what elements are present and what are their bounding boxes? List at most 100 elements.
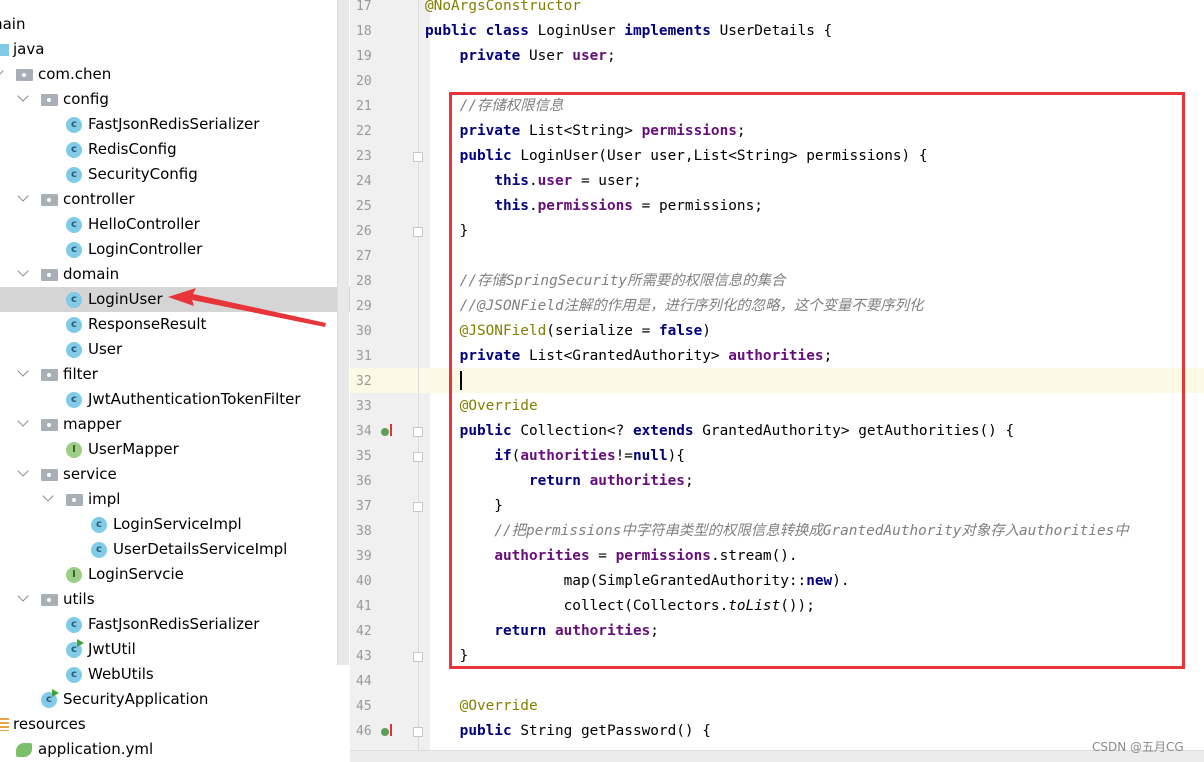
chevron-down-icon[interactable]: [17, 265, 29, 277]
tree-item[interactable]: resources: [0, 712, 337, 737]
tree-item-label: ResponseResult: [88, 315, 207, 333]
class-icon: c: [41, 689, 59, 708]
chevron-down-icon[interactable]: [0, 65, 4, 77]
project-tree-scrollbar[interactable]: [337, 0, 349, 665]
line-number: 28: [356, 274, 372, 289]
highlight-box: [449, 92, 1185, 669]
line-number: 25: [356, 199, 372, 214]
tree-item[interactable]: c SecurityConfig: [0, 162, 337, 187]
fold-marker-icon[interactable]: [413, 652, 423, 662]
tree-item[interactable]: service: [0, 462, 337, 487]
tree-item[interactable]: c UserDetailsServiceImpl: [0, 537, 337, 562]
line-number: 21: [356, 99, 372, 114]
code-token: private: [459, 48, 529, 64]
tree-item[interactable]: c RedisConfig: [0, 137, 337, 162]
folder-icon: [41, 94, 58, 106]
class-icon: c: [91, 542, 107, 558]
tree-item-label: LoginServiceImpl: [113, 515, 242, 533]
yaml-file-icon: [16, 743, 32, 757]
tree-item-label: filter: [63, 365, 98, 383]
tree-item[interactable]: c LoginServiceImpl: [0, 512, 337, 537]
chevron-down-icon[interactable]: [17, 90, 29, 102]
fold-marker-icon[interactable]: [413, 502, 423, 512]
tree-item-label: config: [63, 90, 109, 108]
chevron-down-icon[interactable]: [17, 365, 29, 377]
tree-item[interactable]: c SecurityApplication: [0, 687, 337, 712]
tree-item[interactable]: application.yml: [0, 737, 337, 762]
tree-item[interactable]: c ResponseResult: [0, 312, 337, 337]
code-token: implements: [624, 23, 720, 39]
tree-item-label: impl: [88, 490, 121, 508]
code-token: User: [528, 48, 573, 64]
line-number: 23: [356, 149, 372, 164]
chevron-down-icon[interactable]: [17, 190, 29, 202]
folder-icon: [41, 369, 58, 381]
interface-icon: I: [66, 567, 82, 583]
class-icon: c: [66, 242, 82, 258]
fold-marker-icon[interactable]: [413, 452, 423, 462]
class-icon: c: [66, 342, 82, 358]
line-number: 36: [356, 474, 372, 489]
implements-method-icon[interactable]: [381, 424, 392, 436]
tree-item-label: main: [0, 15, 26, 33]
line-number: 27: [356, 249, 372, 264]
tree-item-label: domain: [63, 265, 120, 283]
tree-item[interactable]: config: [0, 87, 337, 112]
code-token: LoginUser: [537, 23, 625, 39]
tree-item[interactable]: domain: [0, 262, 337, 287]
class-icon: c: [66, 639, 84, 658]
class-icon: c: [91, 517, 107, 533]
class-icon: c: [66, 617, 82, 633]
resources-folder-icon: [0, 718, 9, 731]
tree-item[interactable]: filter: [0, 362, 337, 387]
tree-item[interactable]: mapper: [0, 412, 337, 437]
chevron-down-icon[interactable]: [17, 465, 29, 477]
line-number: 29: [356, 299, 372, 314]
line-number: 46: [356, 724, 372, 739]
tree-item[interactable]: com.chen: [0, 62, 337, 87]
tree-item[interactable]: c LoginController: [0, 237, 337, 262]
tree-item-label: LoginUser: [88, 290, 163, 308]
implements-method-icon[interactable]: [381, 724, 392, 736]
fold-marker-icon[interactable]: [413, 152, 423, 162]
code-token: public: [459, 723, 521, 739]
tree-item-label: User: [88, 340, 123, 358]
tree-item-label: resources: [13, 715, 86, 733]
editor-horizontal-scrollbar[interactable]: [350, 750, 1204, 762]
tree-item[interactable]: c FastJsonRedisSerializer: [0, 112, 337, 137]
tree-item[interactable]: controller: [0, 187, 337, 212]
tree-item-label: FastJsonRedisSerializer: [88, 115, 260, 133]
tree-item[interactable]: impl: [0, 487, 337, 512]
tree-item[interactable]: c User: [0, 337, 337, 362]
tree-item[interactable]: I LoginServcie: [0, 562, 337, 587]
chevron-down-icon[interactable]: [42, 490, 54, 502]
tree-item[interactable]: java: [0, 37, 337, 62]
code-token: UserDetails {: [719, 23, 833, 39]
line-number: 41: [356, 599, 372, 614]
line-number: 26: [356, 224, 372, 239]
line-number: 18: [356, 24, 372, 39]
fold-marker-icon[interactable]: [413, 427, 423, 437]
tree-item[interactable]: main: [0, 12, 337, 37]
chevron-down-icon[interactable]: [17, 415, 29, 427]
fold-marker-icon[interactable]: [413, 727, 423, 737]
tree-item[interactable]: c JwtUtil: [0, 637, 337, 662]
tree-item[interactable]: c LoginUser: [0, 287, 350, 312]
tree-item[interactable]: I UserMapper: [0, 437, 337, 462]
tree-item-label: UserMapper: [88, 440, 179, 458]
class-icon: c: [66, 292, 82, 308]
tree-item[interactable]: c JwtAuthenticationTokenFilter: [0, 387, 337, 412]
tree-item[interactable]: c HelloController: [0, 212, 337, 237]
class-icon: c: [66, 117, 82, 133]
chevron-down-icon[interactable]: [17, 590, 29, 602]
fold-marker-icon[interactable]: [413, 227, 423, 237]
line-number: 19: [356, 49, 372, 64]
tree-item[interactable]: c WebUtils: [0, 662, 337, 687]
tree-item-label: service: [63, 465, 117, 483]
tree-item[interactable]: c FastJsonRedisSerializer: [0, 612, 337, 637]
tree-item-label: RedisConfig: [88, 140, 177, 158]
tree-item-label: JwtUtil: [88, 640, 136, 658]
tree-item[interactable]: utils: [0, 587, 337, 612]
